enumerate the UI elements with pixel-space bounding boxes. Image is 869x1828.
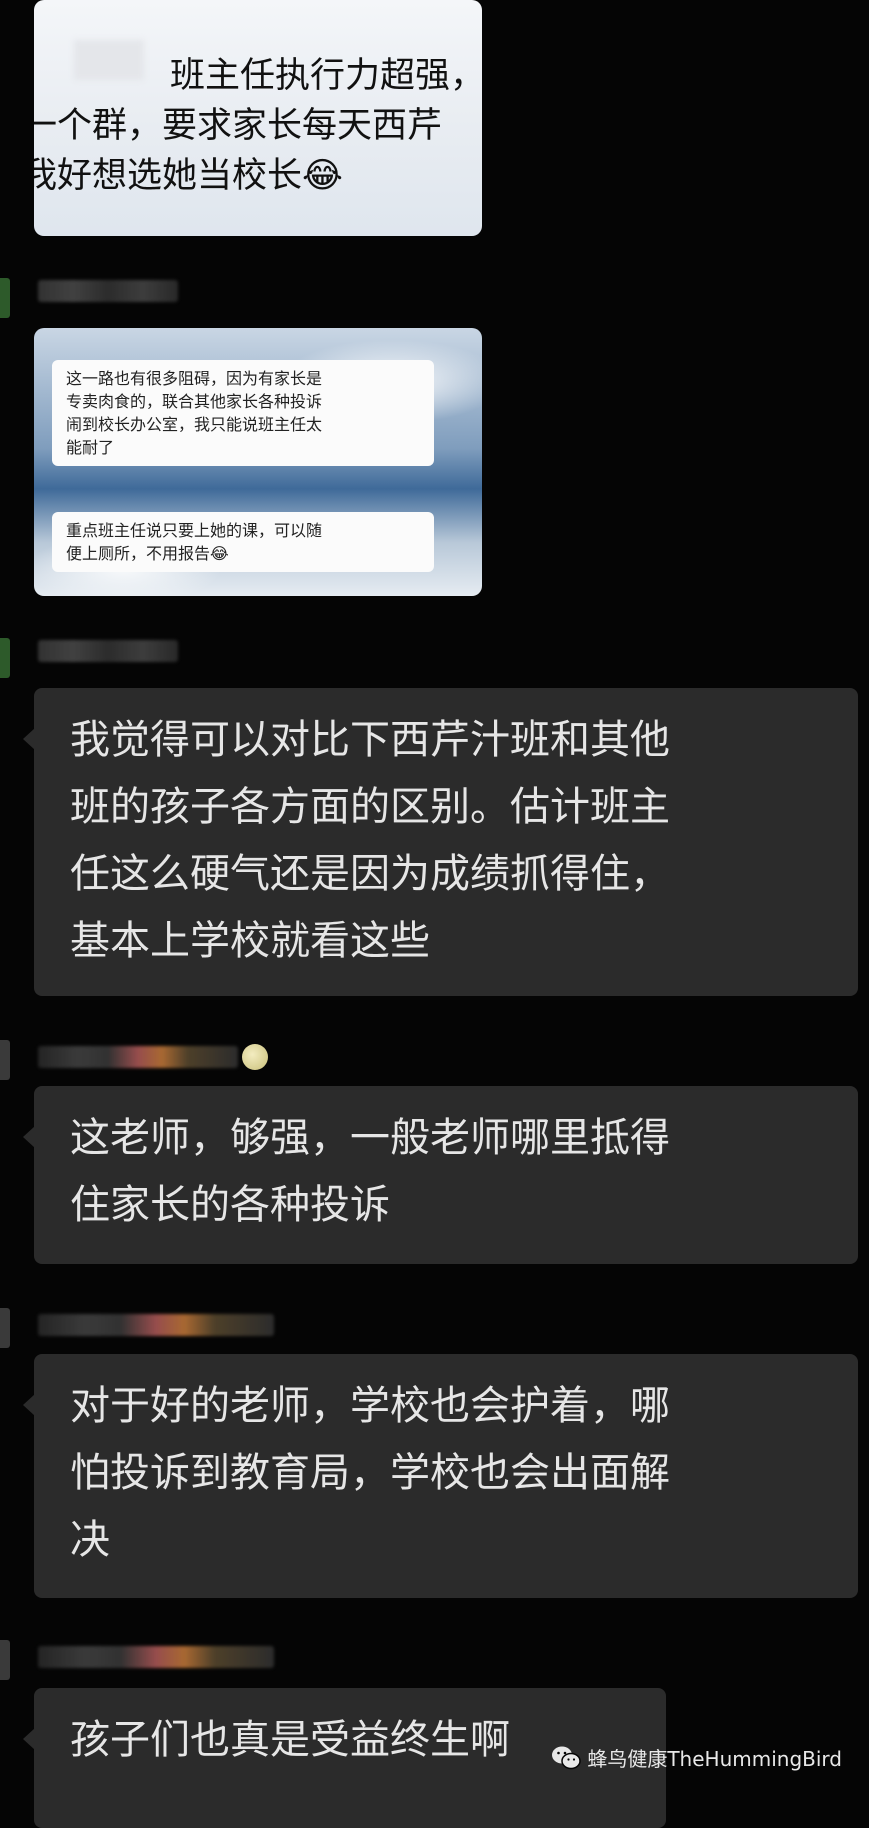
image-text-line: 我好想选她当校长😂 — [34, 156, 343, 196]
sender-name — [38, 1314, 274, 1336]
text-message-bubble[interactable]: 对于好的老师，学校也会护着，哪 怕投诉到教育局，学校也会出面解 决 — [23, 1354, 858, 1598]
avatar[interactable] — [0, 638, 10, 678]
avatar[interactable] — [0, 1640, 10, 1680]
text-message-bubble[interactable]: 这老师，够强，一般老师哪里抵得 住家长的各种投诉 — [23, 1086, 858, 1264]
quoted-bubble: 重点班主任说只要上她的课，可以随 便上厕所，不用报告😂 — [52, 512, 434, 572]
image-text-line: 一个群，要求家长每天西芹 — [34, 106, 443, 146]
avatar[interactable] — [0, 1308, 10, 1348]
image-text-line: 班主任执行力超强， — [170, 56, 482, 96]
image-message[interactable]: 这一路也有很多阻碍，因为有家长是 专卖肉食的，联合其他家长各种投诉 闹到校长办公… — [34, 328, 482, 596]
sender-name — [38, 640, 178, 662]
quoted-bubble: 这一路也有很多阻碍，因为有家长是 专卖肉食的，联合其他家长各种投诉 闹到校长办公… — [52, 360, 434, 466]
image-message[interactable]: 班主任执行力超强， 一个群，要求家长每天西芹 我好想选她当校长😂 — [34, 0, 482, 236]
text-message-bubble[interactable]: 我觉得可以对比下西芹汁班和其他 班的孩子各方面的区别。估计班主 任这么硬气还是因… — [23, 688, 858, 996]
avatar[interactable] — [0, 278, 10, 318]
emoji-icon — [242, 1044, 268, 1070]
watermark-text: 蜂鸟健康TheHummingBird — [587, 1747, 842, 1771]
wechat-icon — [552, 1746, 582, 1769]
sender-name — [38, 1046, 238, 1068]
blurred-sender-patch — [74, 40, 144, 80]
sender-name — [38, 280, 178, 302]
sender-name — [38, 1646, 274, 1668]
watermark: 蜂鸟健康TheHummingBird — [551, 1743, 842, 1772]
avatar[interactable] — [0, 1040, 10, 1080]
